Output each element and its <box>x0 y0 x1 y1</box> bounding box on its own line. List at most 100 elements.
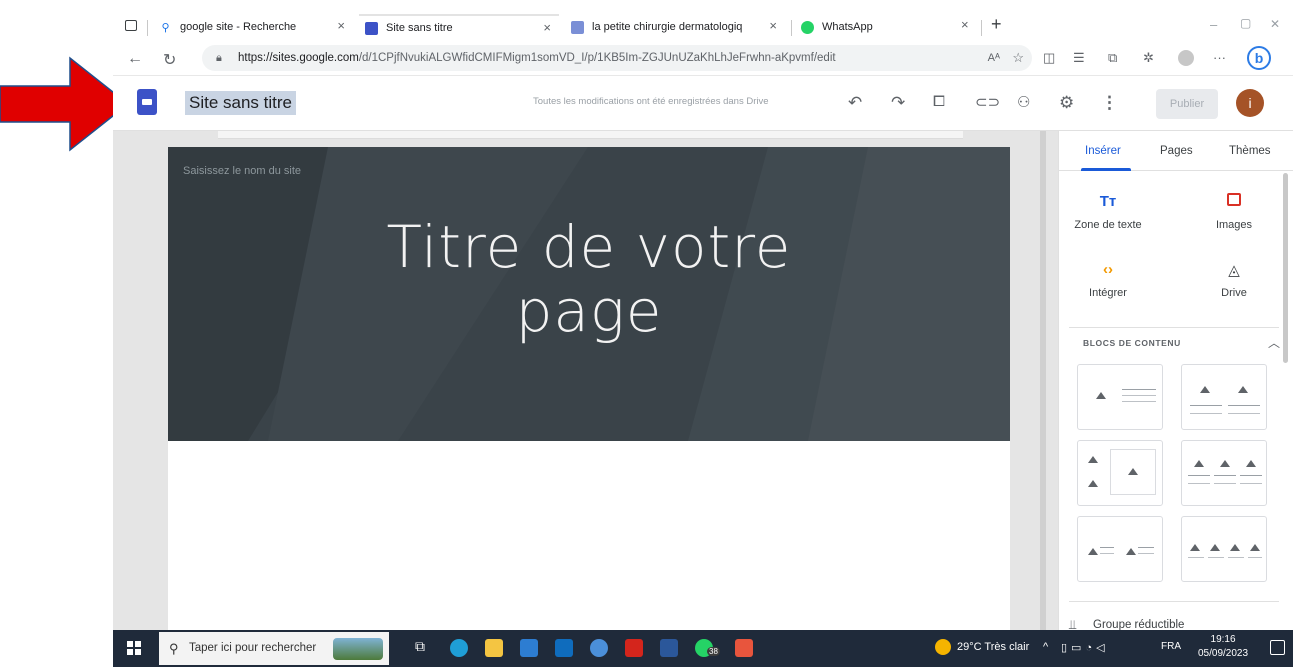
close-tab-icon[interactable]: × <box>769 18 777 33</box>
undo-icon[interactable]: ↶ <box>848 93 862 113</box>
tab-pages[interactable]: Pages <box>1160 145 1193 157</box>
insert-panel: Insérer Pages Thèmes Tт Zone de texte Im… <box>1058 131 1293 632</box>
content-block-layout[interactable] <box>1181 516 1267 582</box>
browser-address-row: ← ↻ 🔒︎ https://sites.google.com/d/1CPjfN… <box>113 40 1293 76</box>
tab-inserer[interactable]: Insérer <box>1085 145 1121 157</box>
favorites-icon[interactable]: ☰ <box>1073 50 1085 66</box>
content-block-layout[interactable] <box>1077 516 1163 582</box>
page-canvas: Saisissez le nom du site Titre de votre … <box>113 131 1058 630</box>
tab-label: la petite chirurgie dermatologiq <box>592 21 743 33</box>
edge-icon[interactable] <box>450 639 468 657</box>
site-name-input[interactable]: Saisissez le nom du site <box>183 165 301 177</box>
tab-actions-icon[interactable] <box>125 20 137 31</box>
address-bar[interactable]: 🔒︎ https://sites.google.com/d/1CPjfNvuki… <box>202 45 1032 71</box>
insert-drive[interactable]: ◬ Drive <box>1189 261 1279 299</box>
insert-text-box[interactable]: Tт Zone de texte <box>1063 193 1153 231</box>
split-screen-icon[interactable]: ◫ <box>1043 50 1055 66</box>
canvas-scrollbar[interactable] <box>1040 131 1046 630</box>
site-title-field[interactable]: Site sans titre <box>185 91 296 115</box>
url-domain: https://sites.google.com <box>238 52 359 64</box>
taskbar-clock[interactable]: 19:16 05/09/2023 <box>1198 633 1248 661</box>
active-tab-indicator <box>1081 168 1131 171</box>
read-aloud-icon[interactable]: Aᴬ <box>988 45 1000 71</box>
task-view-icon[interactable]: ⧉ <box>415 638 425 655</box>
embed-icon: ‹› <box>1103 261 1113 278</box>
windows-start-icon[interactable] <box>127 641 141 655</box>
tab-petite-chirurgie[interactable]: la petite chirurgie dermatologiq × <box>565 14 785 40</box>
file-explorer-icon[interactable] <box>485 639 503 657</box>
google-sites-logo-icon[interactable] <box>137 89 157 115</box>
language-indicator[interactable]: FRA <box>1161 641 1181 652</box>
tab-site-sans-titre[interactable]: Site sans titre × <box>359 14 559 40</box>
panel-tabs: Insérer Pages Thèmes <box>1059 131 1293 171</box>
profile-icon[interactable] <box>1178 50 1194 66</box>
whatsapp-badge: 38 <box>707 647 720 656</box>
page-title-line: Titre de votre <box>386 213 792 281</box>
tab-label: WhatsApp <box>822 21 873 33</box>
account-avatar[interactable]: i <box>1236 89 1264 117</box>
close-window-button[interactable]: ✕ <box>1270 17 1280 31</box>
chevron-up-icon[interactable]: ︿ <box>1268 334 1280 351</box>
more-vert-icon[interactable]: ⋮ <box>1101 93 1118 113</box>
page-title-line: page <box>515 277 663 345</box>
panel-scrollbar[interactable] <box>1283 173 1288 363</box>
store-icon[interactable] <box>520 639 538 657</box>
content-block-layout[interactable] <box>1181 364 1267 430</box>
settings-gear-icon[interactable]: ⚙ <box>1059 93 1074 113</box>
image-icon <box>1189 193 1279 215</box>
divider <box>1069 601 1279 602</box>
extension-icon[interactable]: ✲ <box>1143 50 1154 66</box>
insert-embed[interactable]: ‹› Intégrer <box>1063 261 1153 299</box>
word-icon[interactable] <box>660 639 678 657</box>
minimize-button[interactable]: – <box>1210 17 1217 32</box>
lock-icon: 🔒︎ <box>216 52 222 64</box>
search-icon: ⚲ <box>169 641 179 656</box>
taskbar-search-placeholder: Taper ici pour rechercher <box>189 642 317 654</box>
insert-images[interactable]: Images <box>1189 193 1279 231</box>
mail-icon[interactable] <box>555 639 573 657</box>
collections-icon[interactable]: ⧉ <box>1108 50 1117 66</box>
insert-label: Drive <box>1221 287 1247 299</box>
tab-google-search[interactable]: ⚲ google site - Recherche × <box>153 14 353 40</box>
content-block-layout[interactable] <box>1077 440 1163 506</box>
browser-tab-strip: ⚲ google site - Recherche × Site sans ti… <box>113 6 1293 40</box>
content-block-layout[interactable] <box>1181 440 1267 506</box>
content-block-layout[interactable] <box>1077 364 1163 430</box>
app-icon[interactable] <box>735 639 753 657</box>
text-box-icon: Tт <box>1099 193 1117 210</box>
maximize-button[interactable]: ▢ <box>1240 16 1251 30</box>
app-icon[interactable] <box>590 639 608 657</box>
tray-icons[interactable]: ▯▭◔◁ <box>1061 641 1109 654</box>
windows-taskbar: ⚲ Taper ici pour rechercher ⧉ 38 29°C Tr… <box>113 630 1293 667</box>
favorite-star-icon[interactable]: ☆ <box>1012 45 1024 71</box>
reload-icon[interactable]: ↻ <box>163 50 176 70</box>
acrobat-icon[interactable] <box>625 639 643 657</box>
sites-editor-toolbar: Site sans titre Toutes les modifications… <box>113 77 1293 131</box>
weather-text[interactable]: 29°C Très clair <box>957 641 1029 653</box>
page-preview: Saisissez le nom du site Titre de votre … <box>168 147 1010 630</box>
tab-themes[interactable]: Thèmes <box>1229 145 1271 157</box>
close-tab-icon[interactable]: × <box>337 18 345 33</box>
notification-icon[interactable] <box>1270 640 1285 655</box>
bing-icon[interactable]: b <box>1247 46 1271 70</box>
save-status: Toutes les modifications ont été enregis… <box>533 96 769 107</box>
close-tab-icon[interactable]: × <box>543 20 551 35</box>
close-tab-icon[interactable]: × <box>961 17 969 32</box>
page-title[interactable]: Titre de votre page <box>168 215 1010 343</box>
tab-label: google site - Recherche <box>180 21 297 33</box>
more-options-icon[interactable]: ··· <box>1213 50 1226 65</box>
clock-date: 05/09/2023 <box>1198 648 1249 659</box>
share-user-icon[interactable]: ⚇ <box>1017 93 1030 111</box>
taskbar-search-box[interactable]: ⚲ Taper ici pour rechercher <box>159 632 389 665</box>
redo-icon[interactable]: ↷ <box>891 93 905 113</box>
new-tab-button[interactable]: + <box>991 14 1002 35</box>
publish-button[interactable]: Publier <box>1156 89 1218 119</box>
chevron-up-icon[interactable]: ^ <box>1043 641 1048 653</box>
google-sites-icon <box>571 20 584 34</box>
tab-label: Site sans titre <box>386 22 453 34</box>
whatsapp-icon <box>801 20 814 34</box>
back-arrow-icon[interactable]: ← <box>127 50 143 68</box>
copy-link-icon[interactable]: ⊂⊃ <box>975 93 1000 111</box>
preview-icon[interactable]: ⧠ <box>933 93 945 110</box>
header-section[interactable]: Saisissez le nom du site Titre de votre … <box>168 147 1010 441</box>
